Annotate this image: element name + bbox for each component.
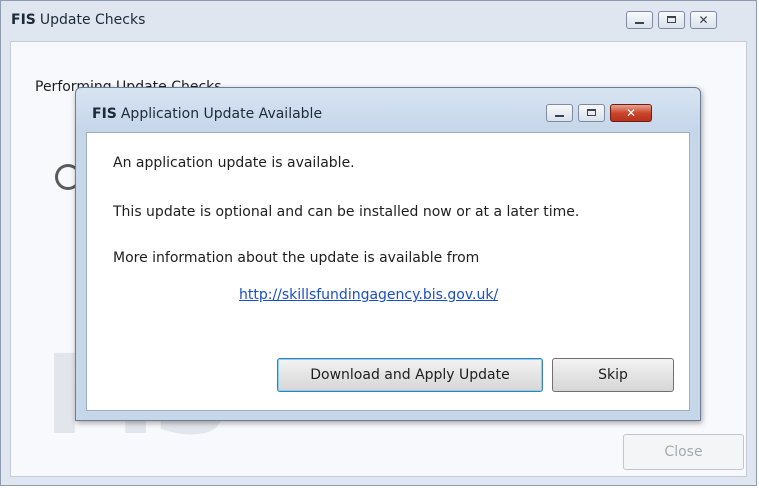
maximize-icon	[587, 109, 596, 116]
minimize-icon	[555, 115, 564, 117]
update-available-dialog: FIS Application Update Available ✕ An app…	[75, 87, 701, 421]
window-title-bar[interactable]: FIS Update Checks ✕	[1, 1, 756, 41]
window-title-text: Update Checks	[39, 12, 146, 28]
dialog-minimize-button[interactable]	[546, 104, 573, 122]
window-brand: FIS	[11, 12, 36, 28]
dialog-maximize-button[interactable]	[578, 104, 605, 122]
maximize-icon	[667, 16, 676, 23]
window-caption-buttons: ✕	[621, 11, 717, 29]
dialog-brand: FIS	[92, 106, 117, 122]
update-info-link[interactable]: http://skillsfundingagency.bis.gov.uk/	[239, 287, 498, 303]
window-minimize-button[interactable]	[626, 11, 653, 29]
dialog-title-text: Application Update Available	[120, 106, 323, 122]
dialog-caption-buttons: ✕	[541, 104, 652, 122]
dialog-close-button[interactable]: ✕	[610, 104, 652, 122]
download-apply-update-button[interactable]: Download and Apply Update	[277, 358, 543, 392]
minimize-icon	[635, 22, 644, 24]
dialog-content: An application update is available. This…	[86, 132, 690, 411]
close-icon: ✕	[625, 106, 637, 120]
window-maximize-button[interactable]	[658, 11, 685, 29]
dialog-title[interactable]: FIS Application Update Available	[92, 106, 322, 122]
close-button: Close	[623, 434, 744, 470]
close-icon: ✕	[698, 13, 709, 27]
window-title: FIS Update Checks	[11, 12, 145, 28]
window-close-button[interactable]: ✕	[690, 11, 717, 29]
optional-update-text: This update is optional and can be insta…	[113, 204, 580, 220]
more-info-text: More information about the update is ava…	[113, 250, 480, 266]
skip-button[interactable]: Skip	[552, 358, 674, 392]
update-available-text: An application update is available.	[113, 155, 355, 171]
